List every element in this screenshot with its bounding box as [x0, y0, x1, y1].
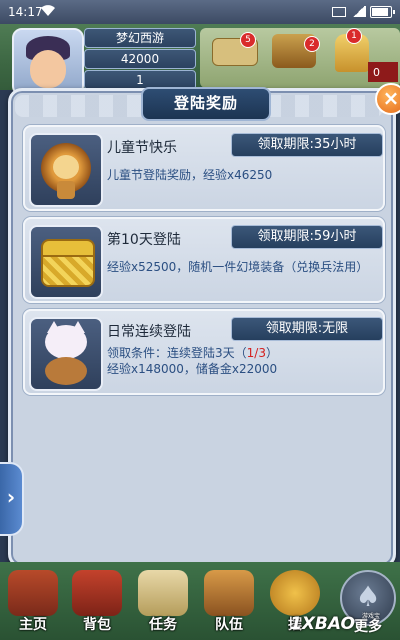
reward-time-limit: 领取期限:59小时: [231, 225, 383, 249]
side-expand-button[interactable]: ›: [0, 462, 24, 536]
watermark-subtext: 游戏宝: [362, 613, 381, 620]
stall-icon: [270, 570, 320, 616]
mail-icon: [332, 7, 346, 17]
scroll-task-icon: [138, 570, 188, 616]
nav-label: 主页: [19, 617, 47, 633]
notification-badge: 5: [240, 32, 256, 48]
home-icon: [8, 570, 58, 616]
condition-text: 领取条件：连续登陆3天（: [107, 346, 247, 360]
gold-amount: 42000: [84, 49, 196, 69]
game-hud: 梦幻西游 42000 1 5 2 1 0: [0, 24, 400, 96]
reward-condition: 领取条件：连续登陆3天（1/3）: [107, 345, 379, 361]
reward-name: 儿童节快乐: [107, 140, 177, 156]
reward-time-limit: 领取期限:35小时: [231, 133, 383, 157]
treasure-chest-icon: [29, 225, 103, 299]
hud-quest-area: 5 2 1: [200, 28, 400, 88]
lion-mascot-icon: [29, 133, 103, 207]
status-bar: 14:17: [0, 0, 400, 24]
nav-label: 背包: [83, 617, 111, 633]
reward-card[interactable]: 日常连续登陆 领取期限:无限 领取条件：连续登陆3天（1/3） 经验x14800…: [23, 309, 385, 395]
reward-name: 第10天登陆: [107, 232, 181, 248]
battery-icon: [370, 6, 395, 18]
reward-description: 经验x52500，随机一件幻境装备（兑换兵法用）: [107, 260, 369, 274]
reward-description: 经验x148000，储备金x22000: [107, 362, 278, 376]
close-button[interactable]: ×: [375, 83, 400, 115]
nav-label: 任务: [149, 617, 177, 633]
signal-icon: [352, 6, 366, 17]
status-time: 14:17: [8, 5, 43, 19]
notification-badge: 2: [304, 36, 320, 52]
bag-icon: [72, 570, 122, 616]
dialog-title: 登陆奖励: [141, 87, 271, 121]
team-icon: [204, 570, 254, 616]
reward-time-limit: 领取期限:无限: [231, 317, 383, 341]
reward-card[interactable]: 儿童节快乐 领取期限:35小时 儿童节登陆奖励，经验x46250: [23, 125, 385, 211]
notification-badge: 1: [346, 28, 362, 44]
nav-label: 队伍: [215, 617, 243, 633]
nav-tasks[interactable]: 任务: [132, 570, 194, 636]
wifi-icon: [40, 3, 56, 20]
player-avatar[interactable]: [12, 28, 84, 96]
nav-team[interactable]: 队伍: [198, 570, 260, 636]
nav-bag[interactable]: 背包: [66, 570, 128, 636]
watermark-logo: 1XBAO: [290, 614, 355, 634]
reward-name: 日常连续登陆: [107, 324, 191, 340]
login-reward-dialog: 登陆奖励 × 儿童节快乐 领取期限:35小时 儿童节登陆奖励，经验x46250 …: [8, 83, 400, 568]
cat-bag-icon: [29, 317, 103, 391]
nav-home[interactable]: 主页: [2, 570, 64, 636]
avatar-face: [30, 50, 66, 88]
player-name: 梦幻西游: [84, 28, 196, 48]
hud-value: 0: [373, 66, 380, 79]
reward-description: 儿童节登陆奖励，经验x46250: [107, 168, 273, 182]
reward-card[interactable]: 第10天登陆 领取期限:59小时 经验x52500，随机一件幻境装备（兑换兵法用…: [23, 217, 385, 303]
condition-suffix: ）: [265, 346, 278, 360]
condition-progress: 1/3: [246, 346, 266, 360]
